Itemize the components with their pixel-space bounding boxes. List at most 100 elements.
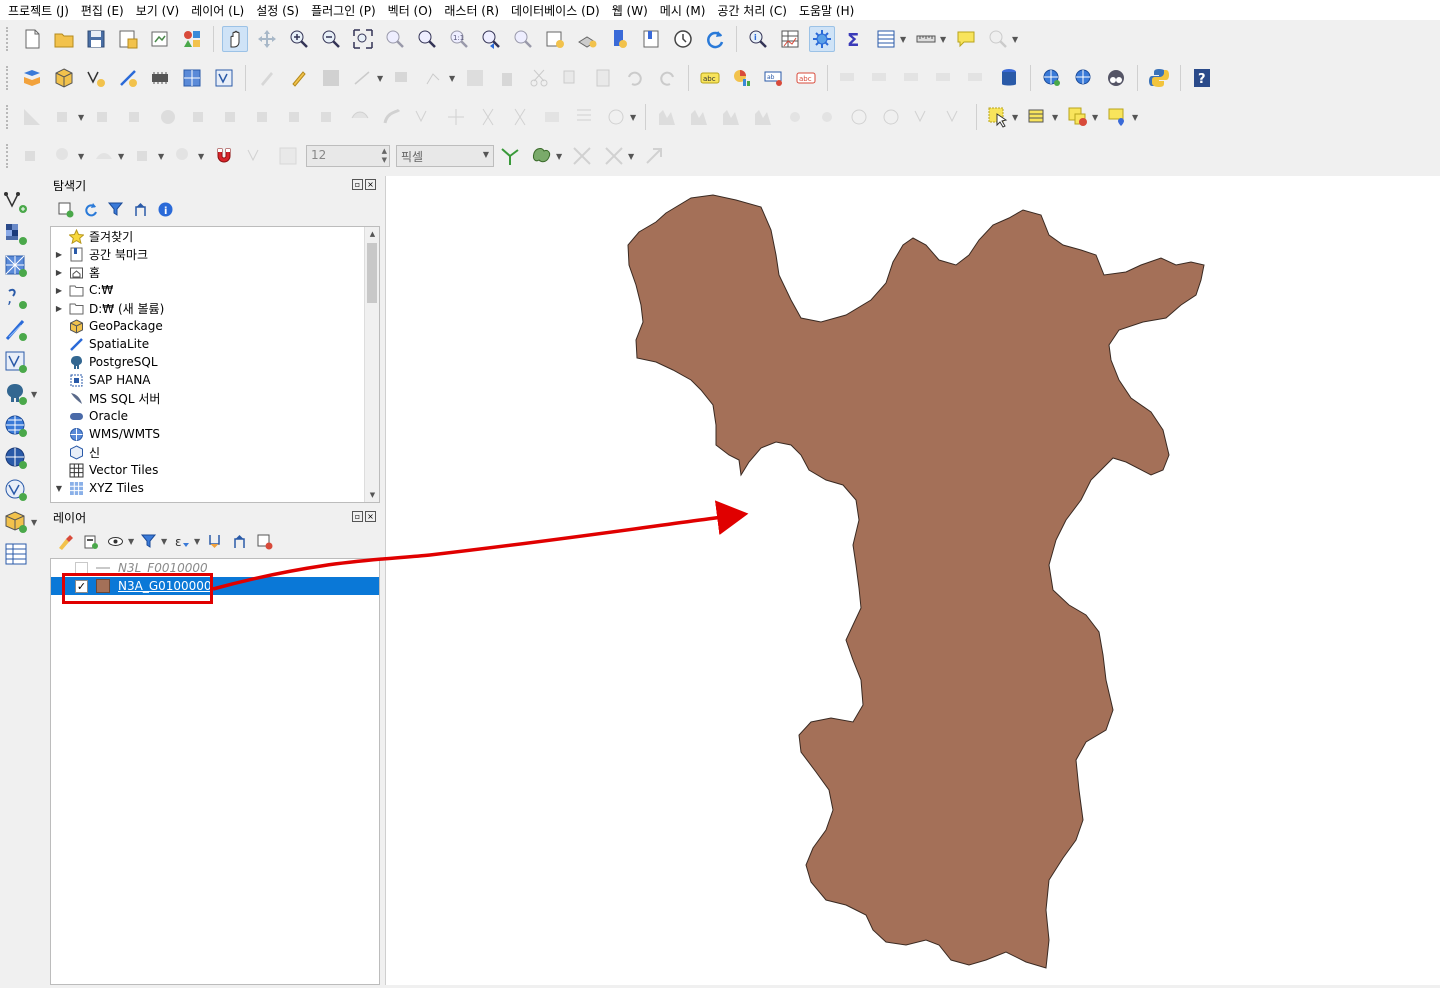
add-wfs-layer-icon[interactable] bbox=[3, 442, 43, 474]
scrollbar-thumb[interactable] bbox=[367, 243, 377, 303]
digitize-ruler-icon[interactable] bbox=[19, 104, 45, 130]
topological-editing-icon[interactable] bbox=[529, 143, 555, 169]
delete-selected-icon[interactable] bbox=[494, 65, 520, 91]
zoom-to-selection-icon[interactable] bbox=[382, 26, 408, 52]
remove-layer-icon[interactable] bbox=[254, 531, 274, 551]
browser-item[interactable]: SpatiaLite bbox=[51, 335, 379, 353]
float-panel-icon[interactable]: ▫ bbox=[352, 179, 363, 190]
pan-map-icon[interactable] bbox=[222, 26, 248, 52]
snap-mode-icon[interactable] bbox=[275, 143, 301, 169]
sun-2-icon[interactable] bbox=[814, 104, 840, 130]
menu-item[interactable]: 래스터 (R) bbox=[440, 2, 507, 19]
diagram-icon[interactable] bbox=[729, 65, 755, 91]
snap-vertex-2-icon[interactable] bbox=[243, 143, 269, 169]
zoom-full-icon[interactable] bbox=[350, 26, 376, 52]
layer-row[interactable]: N3L_F0010000 bbox=[51, 559, 379, 577]
zoom-to-layer-icon[interactable] bbox=[414, 26, 440, 52]
expand-arrow-icon[interactable]: ▶ bbox=[51, 286, 67, 295]
save-project-icon[interactable] bbox=[83, 26, 109, 52]
properties-info-icon[interactable]: i bbox=[155, 199, 175, 219]
browser-item[interactable]: PostgreSQL bbox=[51, 353, 379, 371]
dropdown-arrow-icon[interactable]: ▼ bbox=[1052, 113, 1060, 122]
dropdown-arrow-icon[interactable]: ▼ bbox=[161, 537, 169, 546]
layer-styling-icon[interactable] bbox=[55, 531, 75, 551]
reshape-icon[interactable] bbox=[347, 104, 373, 130]
dropdown-arrow-icon[interactable]: ▼ bbox=[78, 152, 86, 161]
identify-features-icon[interactable]: i bbox=[745, 26, 771, 52]
new-map-view-icon[interactable] bbox=[542, 26, 568, 52]
float-panel-icon[interactable]: ▫ bbox=[352, 511, 363, 522]
refresh-browser-icon[interactable] bbox=[80, 199, 100, 219]
menu-item[interactable]: 플러그인 (P) bbox=[307, 2, 384, 19]
histogram-2-icon[interactable] bbox=[686, 104, 712, 130]
collapse-all-icon[interactable] bbox=[130, 199, 150, 219]
close-panel-icon[interactable]: × bbox=[365, 511, 376, 522]
menu-item[interactable]: 프로젝트 (J) bbox=[4, 2, 77, 19]
paste-features-icon[interactable] bbox=[590, 65, 616, 91]
modify-attributes-icon[interactable] bbox=[462, 65, 488, 91]
open-project-icon[interactable] bbox=[51, 26, 77, 52]
current-edits-icon[interactable] bbox=[254, 65, 280, 91]
add-ring-icon[interactable] bbox=[187, 104, 213, 130]
vertex-tool-icon[interactable] bbox=[422, 65, 448, 91]
deselect-all-icon[interactable] bbox=[1065, 104, 1091, 130]
snapping-units-select[interactable]: 픽셀 ▼ bbox=[396, 145, 494, 167]
measure-line-icon[interactable] bbox=[913, 26, 939, 52]
add-postgis-layer-icon[interactable]: ▼ bbox=[3, 378, 43, 410]
menu-item[interactable]: 편집 (E) bbox=[77, 2, 132, 19]
show-hide-labels-icon[interactable]: abc bbox=[793, 65, 819, 91]
database-icon[interactable] bbox=[996, 65, 1022, 91]
menu-item[interactable]: 메시 (M) bbox=[656, 2, 714, 19]
browser-item[interactable]: ▶ C:₩ bbox=[51, 281, 379, 299]
undo-icon[interactable] bbox=[622, 65, 648, 91]
browser-item[interactable]: GeoPackage bbox=[51, 317, 379, 335]
browser-item[interactable]: 신 bbox=[51, 443, 379, 461]
add-vector-layer-icon[interactable] bbox=[3, 186, 43, 218]
layer-row-selected[interactable]: ✓ N3A_G0100000 bbox=[51, 577, 379, 595]
add-mesh-layer-icon[interactable] bbox=[3, 250, 43, 282]
browser-item[interactable]: WMS/WMTS bbox=[51, 425, 379, 443]
filter-legend-icon[interactable] bbox=[138, 531, 158, 551]
copy-features-icon[interactable] bbox=[558, 65, 584, 91]
filter-browser-icon[interactable] bbox=[105, 199, 125, 219]
move-feature-icon[interactable] bbox=[51, 104, 77, 130]
sun-icon[interactable] bbox=[782, 104, 808, 130]
merge-attributes-icon[interactable] bbox=[571, 104, 597, 130]
offset-curve-icon[interactable] bbox=[379, 104, 405, 130]
browser-item[interactable]: Oracle bbox=[51, 407, 379, 425]
zoom-native-icon[interactable]: 1:1 bbox=[446, 26, 472, 52]
dropdown-arrow-icon[interactable]: ▼ bbox=[940, 35, 948, 44]
expand-all-icon[interactable] bbox=[204, 531, 224, 551]
show-bookmarks-icon[interactable] bbox=[638, 26, 664, 52]
dropdown-arrow-icon[interactable]: ▼ bbox=[1012, 113, 1020, 122]
open-table-icon[interactable] bbox=[873, 26, 899, 52]
metasearch-icon[interactable] bbox=[1103, 65, 1129, 91]
expand-arrow-icon[interactable]: ▼ bbox=[51, 484, 67, 493]
dropdown-arrow-icon[interactable]: ▼ bbox=[377, 74, 385, 83]
menu-item[interactable]: 벡터 (O) bbox=[384, 2, 441, 19]
split-parts-icon[interactable] bbox=[507, 104, 533, 130]
browser-item[interactable]: ▶ D:₩ (새 볼륨) bbox=[51, 299, 379, 317]
zoom-in-icon[interactable] bbox=[286, 26, 312, 52]
dropdown-arrow-icon[interactable]: ▼ bbox=[78, 113, 86, 122]
browser-item[interactable]: Vector Tiles bbox=[51, 461, 379, 479]
snap-segment-icon[interactable] bbox=[91, 143, 117, 169]
python-console-icon[interactable] bbox=[1146, 65, 1172, 91]
add-raster-layer-icon[interactable] bbox=[3, 218, 43, 250]
search-settings-icon[interactable] bbox=[985, 26, 1011, 52]
reverse-line-icon[interactable] bbox=[411, 104, 437, 130]
add-virtual-layer-icon[interactable] bbox=[3, 346, 43, 378]
scroll-down-icon[interactable]: ▼ bbox=[365, 488, 379, 502]
layer-visibility-checkbox[interactable]: ✓ bbox=[75, 579, 88, 593]
dropdown-arrow-icon[interactable]: ▼ bbox=[194, 537, 202, 546]
trim-extend-icon[interactable] bbox=[443, 104, 469, 130]
new-vector-tile-icon[interactable] bbox=[211, 65, 237, 91]
new-table-layer-icon[interactable] bbox=[3, 538, 43, 570]
new-geopackage-icon[interactable] bbox=[51, 65, 77, 91]
add-wms-layer-icon[interactable] bbox=[3, 410, 43, 442]
select-by-location-icon[interactable] bbox=[1105, 104, 1131, 130]
vertex-del-icon[interactable] bbox=[942, 104, 968, 130]
fill-ring-icon[interactable] bbox=[251, 104, 277, 130]
manage-visibility-icon[interactable] bbox=[105, 531, 125, 551]
select-features-icon[interactable] bbox=[985, 104, 1011, 130]
